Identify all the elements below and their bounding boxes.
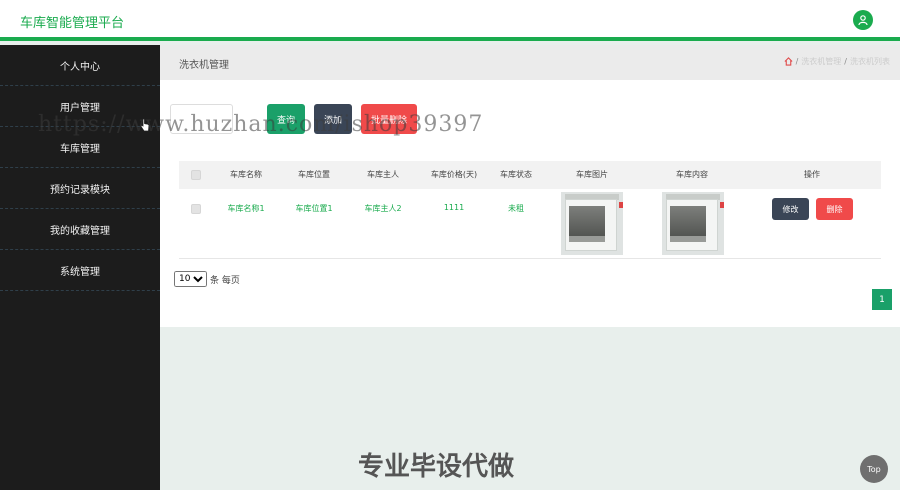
column-header: 操作: [804, 170, 820, 179]
app-title: 车库智能管理平台: [20, 16, 125, 31]
hand-cursor-icon: [140, 118, 150, 132]
row-checkbox[interactable]: [191, 204, 201, 214]
delete-button[interactable]: 删除: [816, 198, 853, 220]
home-icon[interactable]: [784, 57, 793, 66]
table-row: 车库名称1 车库位置1 车库主人2 1111 未租 修改 删除: [179, 189, 881, 259]
watermark-url: https://www.huzhan.com/ishop39397: [38, 112, 484, 137]
breadcrumb: / 洗衣机管理 / 洗衣机列表: [784, 56, 890, 67]
column-header: 车库图片: [576, 170, 608, 179]
garage-name-cell: 车库名称1: [227, 204, 265, 213]
breadcrumb-separator: /: [844, 57, 847, 66]
column-header: 车库内容: [676, 170, 708, 179]
garage-location-cell: 车库位置1: [295, 204, 333, 213]
page-title: 洗衣机管理: [179, 60, 229, 71]
user-avatar-icon[interactable]: [853, 10, 873, 30]
breadcrumb-item: 洗衣机列表: [850, 57, 890, 66]
sidebar-item-system-management[interactable]: 系统管理: [0, 250, 160, 291]
data-table: 车库名称 车库位置 车库主人 车库价格(天) 车库状态 车库图片 车库内容 操作…: [179, 161, 881, 259]
garage-status-cell: 未租: [508, 204, 524, 213]
sidebar-item-reservation-records[interactable]: 预约记录模块: [0, 168, 160, 209]
garage-image: [561, 192, 623, 255]
breadcrumb-separator: /: [795, 57, 799, 66]
column-header: 车库价格(天): [430, 170, 478, 179]
edit-button[interactable]: 修改: [772, 198, 809, 220]
sidebar-item-personal-center[interactable]: 个人中心: [0, 45, 160, 86]
watermark-slogan: 专业毕设代做: [358, 452, 515, 482]
user-icon: [858, 15, 868, 26]
page-size-control: 10 条 每页: [174, 271, 240, 287]
select-all-checkbox[interactable]: [191, 170, 201, 180]
column-header: 车库主人: [367, 170, 399, 179]
breadcrumb-item[interactable]: 洗衣机管理: [801, 56, 841, 67]
garage-price-cell: 1111: [443, 203, 465, 212]
back-to-top-button[interactable]: Top: [860, 455, 888, 483]
sidebar-item-favorites[interactable]: 我的收藏管理: [0, 209, 160, 250]
page-size-suffix: 条 每页: [210, 275, 240, 286]
garage-owner-cell: 车库主人2: [364, 204, 402, 213]
column-header: 车库状态: [500, 170, 532, 179]
top-header: 车库智能管理平台: [0, 0, 900, 41]
pagination-page-1[interactable]: 1: [872, 289, 892, 310]
page-size-select[interactable]: 10: [174, 271, 207, 287]
table-header: 车库名称 车库位置 车库主人 车库价格(天) 车库状态 车库图片 车库内容 操作: [179, 161, 881, 189]
garage-content-image: [662, 192, 724, 255]
column-header: 车库位置: [298, 170, 330, 179]
breadcrumb-bar: 洗衣机管理 / 洗衣机管理 / 洗衣机列表: [160, 45, 900, 80]
column-header: 车库名称: [230, 170, 262, 179]
